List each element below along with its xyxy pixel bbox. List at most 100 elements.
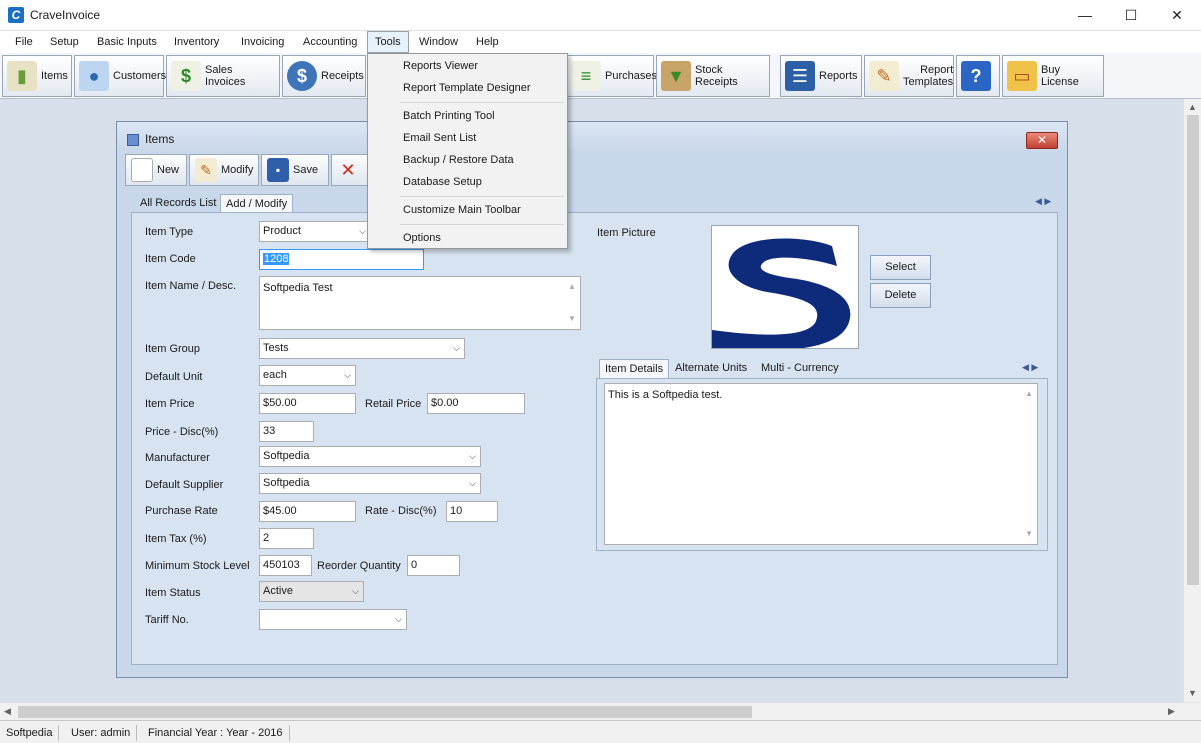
toolbar-report-templates-button[interactable]: ✎ Report Templates: [864, 55, 954, 97]
menu-window[interactable]: Window: [412, 31, 465, 53]
save-button[interactable]: ▪ Save: [261, 154, 329, 186]
item-status-select[interactable]: Active ⌵: [259, 581, 364, 602]
item-price-label: Item Price: [145, 398, 195, 410]
menu-tools[interactable]: Tools: [367, 31, 409, 53]
new-button[interactable]: New: [125, 154, 187, 186]
item-tax-input[interactable]: 2: [259, 528, 314, 549]
toolbar-stock-receipts-button[interactable]: ▼ Stock Receipts: [656, 55, 770, 97]
item-code-input[interactable]: 1208: [259, 249, 424, 270]
item-group-label: Item Group: [145, 343, 201, 355]
min-stock-input[interactable]: 450103: [259, 555, 312, 576]
tariff-label: Tariff No.: [145, 614, 189, 626]
tab-item-details[interactable]: Item Details: [599, 359, 670, 378]
rate-disc-input[interactable]: 10: [446, 501, 498, 522]
price-disc-input[interactable]: 33: [259, 421, 314, 442]
menu-item-batch-printing-tool[interactable]: Batch Printing Tool: [370, 105, 565, 127]
app-icon: C: [8, 7, 24, 23]
scroll-up-arrow-icon[interactable]: ▲: [1188, 102, 1197, 112]
chevron-down-icon: ⌵: [469, 451, 476, 461]
menu-item-email-sent-list[interactable]: Email Sent List: [370, 127, 565, 149]
horizontal-scrollbar[interactable]: ◀ ▶: [0, 702, 1201, 720]
item-name-label: Item Name / Desc.: [145, 280, 237, 292]
toolbar-buy-license-button[interactable]: ▭ Buy License: [1002, 55, 1104, 97]
manufacturer-label: Manufacturer: [145, 452, 210, 464]
retail-price-input[interactable]: $0.00: [427, 393, 525, 414]
detail-tab-arrows-icon[interactable]: ◀ ▶: [1022, 362, 1038, 373]
item-picture: [711, 225, 859, 349]
report-templates-label-1: Report: [920, 64, 954, 76]
customer-icon: ●: [79, 61, 109, 91]
select-picture-button[interactable]: Select: [870, 255, 931, 280]
toolbar-customers-button[interactable]: ● Customers: [74, 55, 166, 97]
items-window: Items ✕ New ✎ Modify ▪ Save ✕ All Record…: [116, 121, 1068, 678]
manufacturer-select[interactable]: Softpedia ⌵: [259, 446, 481, 467]
license-icon: ▭: [1007, 61, 1037, 91]
new-document-icon: [131, 158, 153, 182]
scroll-down-arrow-icon[interactable]: ▼: [1188, 688, 1197, 698]
item-status-label: Item Status: [145, 587, 201, 599]
tab-scroll-arrows-icon[interactable]: ◀ ▶: [1035, 196, 1051, 207]
default-supplier-select[interactable]: Softpedia ⌵: [259, 473, 481, 494]
scroll-down-icon: ▼: [1025, 529, 1033, 538]
horizontal-scroll-thumb[interactable]: [18, 706, 752, 718]
tab-all-records-list[interactable]: All Records List: [135, 194, 221, 213]
vertical-scrollbar[interactable]: ▲ ▼: [1183, 99, 1201, 702]
menu-item-backup-restore-data[interactable]: Backup / Restore Data: [370, 149, 565, 171]
toolbar-help-button[interactable]: ?: [956, 55, 1000, 97]
menu-invoicing[interactable]: Invoicing: [234, 31, 291, 53]
item-type-select[interactable]: Product ⌵: [259, 221, 371, 242]
toolbar-purchases-button[interactable]: ≡ Purchases: [566, 55, 657, 97]
close-button[interactable]: ✕: [1154, 0, 1200, 31]
tab-add-modify[interactable]: Add / Modify: [220, 194, 294, 213]
menu-separator: [400, 102, 564, 103]
item-details-textarea[interactable]: This is a Softpedia test. ▲ ▼: [604, 383, 1038, 545]
scroll-up-icon: ▲: [568, 282, 576, 291]
chevron-down-icon: ⌵: [344, 370, 351, 380]
item-type-label: Item Type: [145, 226, 194, 238]
menu-file[interactable]: File: [8, 31, 40, 53]
item-name-textarea[interactable]: Softpedia Test ▲ ▼: [259, 276, 581, 330]
toolbar-receipts-button[interactable]: $ Receipts: [282, 55, 366, 97]
modify-button[interactable]: ✎ Modify: [189, 154, 259, 186]
menu-item-options[interactable]: Options: [370, 227, 565, 249]
default-unit-select[interactable]: each ⌵: [259, 365, 356, 386]
chevron-down-icon: ⌵: [469, 478, 476, 488]
rate-disc-label: Rate - Disc(%): [365, 505, 437, 517]
menu-accounting[interactable]: Accounting: [296, 31, 364, 53]
chevron-down-icon: ⌵: [453, 343, 460, 353]
menu-bar: File Setup Basic Inputs Inventory Invoic…: [0, 31, 1201, 53]
delete-button[interactable]: ✕: [331, 154, 371, 186]
reorder-input[interactable]: 0: [407, 555, 460, 576]
menu-setup[interactable]: Setup: [43, 31, 86, 53]
menu-inventory[interactable]: Inventory: [167, 31, 226, 53]
delete-picture-button[interactable]: Delete: [870, 283, 931, 308]
vertical-scroll-thumb[interactable]: [1187, 115, 1199, 585]
window-icon: [127, 134, 139, 146]
help-shield-icon: ?: [961, 61, 991, 91]
items-close-button[interactable]: ✕: [1026, 132, 1058, 149]
toolbar-sales-invoices-button[interactable]: $ Sales Invoices: [166, 55, 280, 97]
status-user: User: admin: [65, 725, 138, 741]
menu-basic-inputs[interactable]: Basic Inputs: [90, 31, 164, 53]
toolbar-items-button[interactable]: ▮ Items: [2, 55, 72, 97]
purchase-rate-input[interactable]: $45.00: [259, 501, 356, 522]
minimize-button[interactable]: —: [1062, 0, 1108, 31]
report-templates-label-2: Templates: [903, 76, 954, 88]
menu-help[interactable]: Help: [469, 31, 506, 53]
item-group-select[interactable]: Tests ⌵: [259, 338, 465, 359]
retail-price-label: Retail Price: [365, 398, 422, 410]
toolbar-reports-button[interactable]: ☰ Reports: [780, 55, 862, 97]
menu-item-report-template-designer[interactable]: Report Template Designer: [370, 77, 565, 99]
maximize-button[interactable]: ☐: [1108, 0, 1154, 31]
item-price-input[interactable]: $50.00: [259, 393, 356, 414]
scroll-left-arrow-icon[interactable]: ◀: [4, 706, 11, 717]
item-tax-label: Item Tax (%): [145, 533, 207, 545]
tariff-select[interactable]: ⌵: [259, 609, 407, 630]
tab-multi-currency[interactable]: Multi - Currency: [756, 359, 844, 378]
scroll-right-arrow-icon[interactable]: ▶: [1168, 706, 1175, 717]
window-title: CraveInvoice: [30, 8, 101, 22]
tab-alternate-units[interactable]: Alternate Units: [670, 359, 752, 378]
menu-item-customize-main-toolbar[interactable]: Customize Main Toolbar: [370, 199, 565, 221]
menu-item-database-setup[interactable]: Database Setup: [370, 171, 565, 193]
menu-item-reports-viewer[interactable]: Reports Viewer: [370, 55, 565, 77]
